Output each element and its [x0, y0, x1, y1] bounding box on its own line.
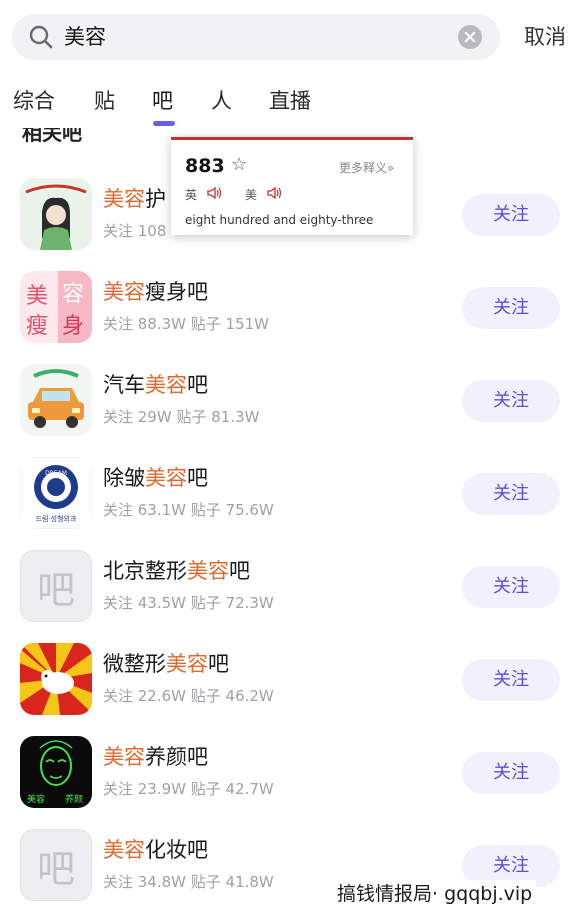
list-item[interactable]: 微整形美容吧 关注 22.6W 贴子 46.2W 关注	[0, 635, 575, 728]
avatar-text: DREAM	[45, 470, 67, 477]
clear-icon[interactable]	[458, 25, 482, 49]
name-highlight: 美容	[103, 838, 145, 862]
dict-word: 883	[185, 155, 225, 177]
list-item[interactable]: 汽车美容吧 关注 29W 贴子 81.3W 关注	[0, 356, 575, 449]
name-prefix: 汽车	[103, 373, 145, 397]
avatar-text: 养颜	[65, 793, 83, 805]
bar-name: 美容瘦身吧	[103, 277, 208, 307]
avatar: 美容 养颜	[20, 736, 92, 808]
name-prefix: 北京整形	[103, 559, 187, 583]
name-rest: 吧	[187, 466, 208, 490]
bar-stats: 关注 88.3W 贴子 151W	[103, 315, 269, 333]
dream-logo: DREAM 드림·성형외과	[20, 457, 92, 529]
star-icon[interactable]: ☆	[231, 154, 247, 175]
bar-name: 美容化妆吧	[103, 835, 208, 865]
speaker-icon[interactable]	[267, 186, 283, 200]
active-tab-indicator	[153, 121, 175, 126]
avatar-image	[20, 178, 92, 250]
avatar: 美 容 瘦 身	[20, 271, 92, 343]
follow-button[interactable]: 关注	[462, 659, 560, 701]
name-rest: 吧	[208, 652, 229, 676]
bar-stats: 关注 63.1W 贴子 75.6W	[103, 501, 274, 519]
name-prefix: 除皱	[103, 466, 145, 490]
list-item[interactable]: DREAM 드림·성형외과 除皱美容吧 关注 63.1W 贴子 75.6W 关注	[0, 449, 575, 542]
watermark: 搞钱情报局· gqqbj.vip	[333, 880, 537, 908]
default-bar-avatar: 吧	[20, 550, 92, 622]
bar-name: 除皱美容吧	[103, 463, 208, 493]
cancel-button[interactable]: 取消	[524, 22, 566, 52]
avatar-text: 美容	[27, 793, 45, 805]
follow-button[interactable]: 关注	[462, 566, 560, 608]
avatar	[20, 178, 92, 250]
bar-name: 北京整形美容吧	[103, 556, 250, 586]
us-pron-label: 美	[245, 188, 258, 202]
name-rest: 吧	[229, 559, 250, 583]
bar-name: 微整形美容吧	[103, 649, 229, 679]
search-icon	[29, 25, 53, 49]
tab-posts[interactable]: 贴	[94, 86, 115, 116]
tab-bars[interactable]: 吧	[152, 86, 173, 116]
list-item[interactable]: 美容 养颜 美容养颜吧 关注 23.9W 贴子 42.7W 关注	[0, 728, 575, 821]
sunburst-icon	[20, 643, 92, 715]
avatar	[20, 364, 92, 436]
follow-button[interactable]: 关注	[462, 473, 560, 515]
bar-name: 美容护	[103, 184, 166, 214]
avatar-text: 美	[26, 284, 48, 309]
name-rest: 化妆吧	[145, 838, 208, 862]
tab-live[interactable]: 直播	[269, 86, 311, 116]
search-tabs: 综合 贴 吧 人 直播	[0, 84, 575, 128]
name-highlight: 美容	[145, 466, 187, 490]
avatar-image: 美 容 瘦 身	[20, 271, 92, 343]
list-item[interactable]: 吧 北京整形美容吧 关注 43.5W 贴子 72.3W 关注	[0, 542, 575, 635]
bar-stats: 关注 43.5W 贴子 72.3W	[103, 594, 274, 612]
tab-people[interactable]: 人	[211, 86, 232, 116]
bar-stats: 关注 23.9W 贴子 42.7W	[103, 780, 274, 798]
search-bar[interactable]: 美容	[12, 14, 500, 60]
avatar-text: 드림·성형외과	[36, 514, 77, 523]
bar-name: 美容养颜吧	[103, 742, 208, 772]
follow-button[interactable]: 关注	[462, 194, 560, 236]
bar-stats: 关注 34.8W 贴子 41.8W	[103, 873, 274, 891]
avatar-text: 瘦	[26, 314, 48, 339]
name-rest: 护	[145, 187, 166, 211]
bar-name: 汽车美容吧	[103, 370, 208, 400]
name-highlight: 美容	[103, 187, 145, 211]
name-highlight: 美容	[187, 559, 229, 583]
search-input[interactable]: 美容	[64, 23, 106, 51]
avatar: DREAM 드림·성형외과	[20, 457, 92, 529]
name-highlight: 美容	[166, 652, 208, 676]
follow-button[interactable]: 关注	[462, 287, 560, 329]
uk-pron-label: 英	[185, 188, 198, 202]
dictionary-popup: 883 ☆ 更多释义» 英 美 eight hundred and eighty…	[171, 137, 413, 235]
name-rest: 养颜吧	[145, 745, 208, 769]
default-bar-avatar: 吧	[20, 829, 92, 901]
name-highlight: 美容	[145, 373, 187, 397]
name-prefix: 微整形	[103, 652, 166, 676]
bar-stats: 关注 108	[103, 222, 167, 240]
avatar-text: 容	[62, 282, 84, 307]
name-highlight: 美容	[103, 280, 145, 304]
more-definitions-link[interactable]: 更多释义»	[339, 159, 394, 176]
dict-definition: eight hundred and eighty-three	[185, 213, 374, 227]
bar-stats: 关注 29W 贴子 81.3W	[103, 408, 260, 426]
car-icon	[20, 364, 92, 436]
avatar	[20, 643, 92, 715]
speaker-icon[interactable]	[207, 186, 223, 200]
name-rest: 吧	[187, 373, 208, 397]
name-rest: 瘦身吧	[145, 280, 208, 304]
tab-overall[interactable]: 综合	[13, 86, 55, 116]
bar-stats: 关注 22.6W 贴子 46.2W	[103, 687, 274, 705]
follow-button[interactable]: 关注	[462, 380, 560, 422]
follow-button[interactable]: 关注	[462, 752, 560, 794]
list-item[interactable]: 美 容 瘦 身 美容瘦身吧 关注 88.3W 贴子 151W 关注	[0, 263, 575, 356]
name-highlight: 美容	[103, 745, 145, 769]
avatar-text: 身	[62, 314, 84, 339]
neon-face-icon: 美容 养颜	[20, 736, 92, 808]
